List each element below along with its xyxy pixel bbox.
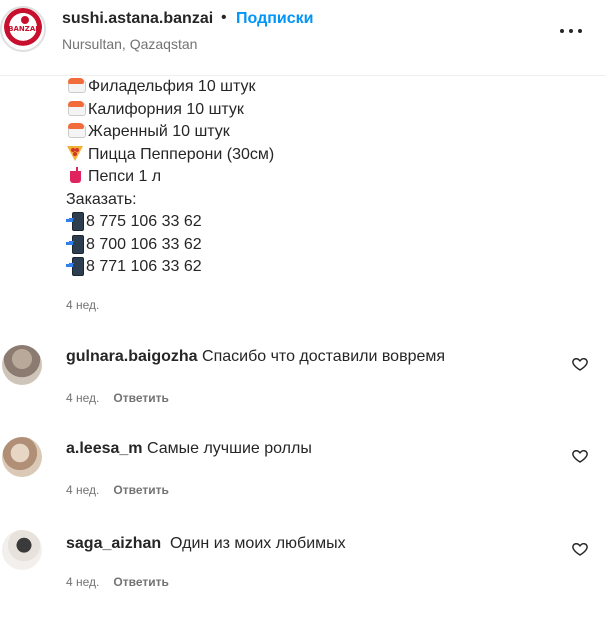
avatar[interactable] <box>2 345 42 385</box>
comment-timestamp[interactable]: 4 нед. <box>66 391 99 405</box>
caption-line: 8 771 106 33 62 <box>66 256 274 279</box>
pizza-icon <box>66 145 86 161</box>
phone-icon <box>66 212 84 231</box>
comment-timestamp[interactable]: 4 нед. <box>66 483 99 497</box>
post-location[interactable]: Nursultan, Qazaqstan <box>62 36 197 52</box>
follow-button[interactable]: Подписки <box>236 10 313 28</box>
comment-body: Спасибо что доставили вовремя <box>202 348 446 365</box>
caption-line: Заказать: <box>66 190 137 208</box>
comment-body: Один из моих любимых <box>170 535 346 552</box>
caption-line: 8 775 106 33 62 <box>66 211 274 234</box>
logo-mark <box>21 16 29 24</box>
comment-text: a.leesa_m Самые лучшие роллы <box>66 440 312 458</box>
post-username[interactable]: sushi.astana.banzai <box>62 10 213 28</box>
heart-icon[interactable] <box>572 448 588 464</box>
comment-text: gulnara.baigozha Спасибо что доставили в… <box>66 348 445 366</box>
logo-text: BANZAI <box>8 25 38 33</box>
reply-button[interactable]: Ответить <box>113 575 168 589</box>
phone-icon <box>66 234 84 254</box>
avatar[interactable] <box>2 437 42 477</box>
separator-dot: • <box>221 9 227 26</box>
sushi-icon <box>66 122 86 138</box>
phone-icon <box>66 257 84 276</box>
caption-line: Пицца Пепперони (30см) <box>66 144 274 167</box>
comment-meta: 4 нед. Ответить <box>66 575 169 589</box>
caption-line: Филадельфия 10 штук <box>66 76 274 99</box>
comment-username[interactable]: gulnara.baigozha <box>66 348 198 365</box>
avatar[interactable]: BANZAI <box>0 6 46 52</box>
comment-item: saga_aizhan Один из моих любимых 4 нед. О… <box>0 520 606 610</box>
comment-username[interactable]: saga_aizhan <box>66 535 161 552</box>
comment-username[interactable]: a.leesa_m <box>66 440 143 457</box>
post-timestamp[interactable]: 4 нед. <box>66 298 99 312</box>
heart-icon[interactable] <box>572 356 588 372</box>
comment-text: saga_aizhan Один из моих любимых <box>66 535 346 553</box>
sushi-icon <box>66 77 86 93</box>
cup-icon <box>66 167 86 183</box>
post-header: BANZAI sushi.astana.banzai • Подписки Nu… <box>0 0 606 76</box>
comment-item: a.leesa_m Самые лучшие роллы 4 нед. Ответ… <box>0 428 606 518</box>
caption-line: Пепси 1 л <box>66 166 274 189</box>
reply-button[interactable]: Ответить <box>113 391 168 405</box>
comment-meta: 4 нед. Ответить <box>66 483 169 497</box>
comment-meta: 4 нед. Ответить <box>66 391 169 405</box>
reply-button[interactable]: Ответить <box>113 483 168 497</box>
sushi-icon <box>66 100 86 116</box>
caption-line: 8 700 106 33 62 <box>66 234 274 257</box>
comment-body: Самые лучшие роллы <box>146 440 312 457</box>
post-caption: Филадельфия 10 штук Калифорния 10 штук Ж… <box>66 76 274 279</box>
caption-line: Жаренный 10 штук <box>66 121 274 144</box>
comment-item: gulnara.baigozha Спасибо что доставили в… <box>0 336 606 426</box>
more-horizontal-icon[interactable] <box>560 29 582 35</box>
comment-timestamp[interactable]: 4 нед. <box>66 575 99 589</box>
heart-icon[interactable] <box>572 541 588 557</box>
avatar[interactable] <box>2 530 42 570</box>
caption-line: Калифорния 10 штук <box>66 99 274 122</box>
